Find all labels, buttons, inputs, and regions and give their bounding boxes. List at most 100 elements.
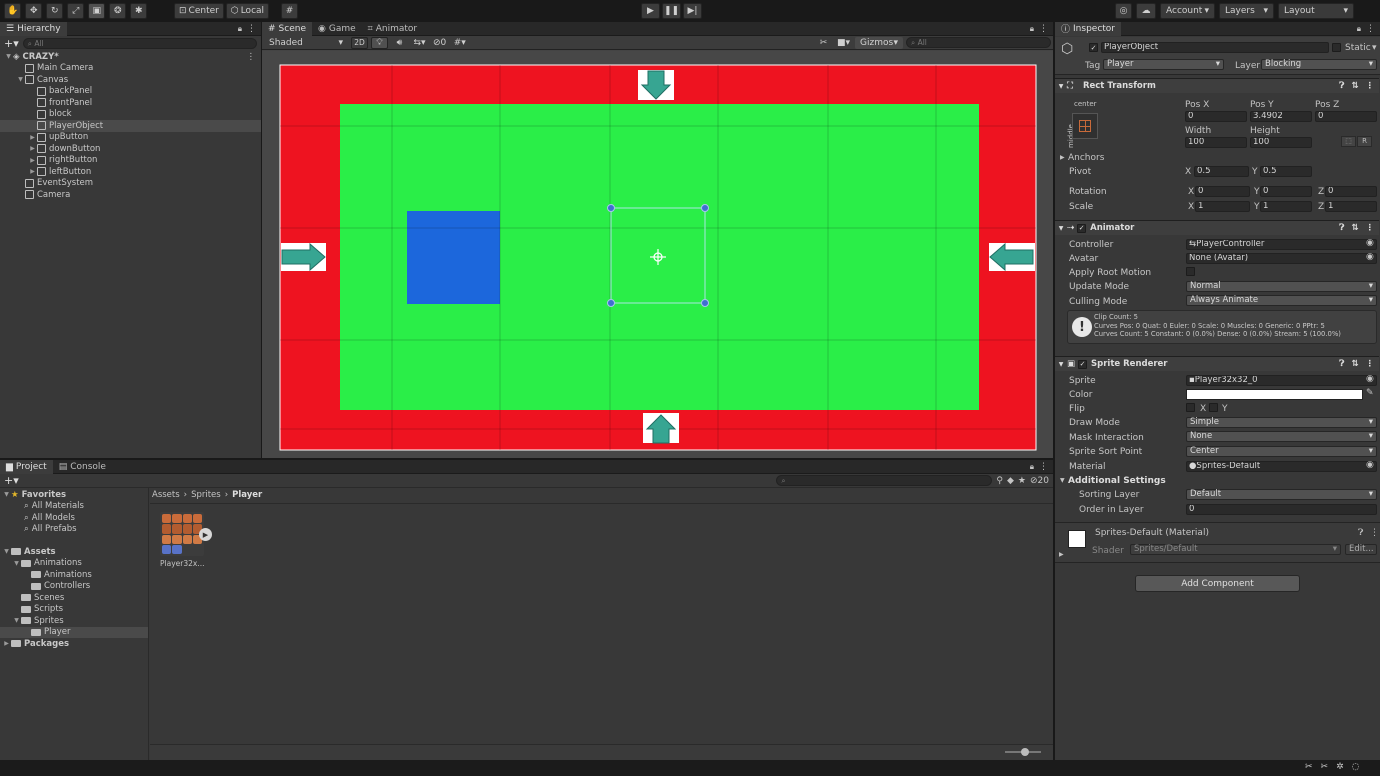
selection-handle[interactable] xyxy=(607,299,615,307)
help-icon[interactable]: ❓︎ xyxy=(1339,223,1344,233)
pivot-center-button[interactable]: ⊡ Center xyxy=(174,3,224,19)
update-mode-dropdown[interactable]: Normal ▾ xyxy=(1186,281,1377,292)
favorite-item[interactable]: ⌕ All Models xyxy=(0,512,148,524)
tab-scene[interactable]: # Scene xyxy=(262,21,312,36)
layout-dropdown[interactable]: Layout ▾ xyxy=(1278,3,1354,19)
add-icon[interactable]: +▾ xyxy=(4,474,19,487)
label-icon[interactable]: ◆ xyxy=(1007,476,1014,486)
folder-item[interactable]: Scenes xyxy=(0,592,148,604)
search-by-type-icon[interactable]: ⚲ xyxy=(996,476,1003,486)
folder-item[interactable]: Controllers xyxy=(0,581,148,593)
settings-icon[interactable]: ⇅ xyxy=(1351,81,1358,91)
packages-header[interactable]: ▶ Packages xyxy=(0,638,148,650)
culling-mode-dropdown[interactable]: Always Animate ▾ xyxy=(1186,295,1377,306)
hierarchy-item[interactable]: ▼ Canvas xyxy=(0,74,261,86)
sprite-field[interactable]: ▪Player32x32_0 xyxy=(1186,375,1377,386)
folder-item[interactable]: Scripts xyxy=(0,604,148,616)
rotate-tool-icon[interactable]: ↻ xyxy=(46,3,64,19)
expand-arrow-icon[interactable]: ▶ xyxy=(28,168,37,175)
sprite-renderer-enabled-checkbox[interactable]: ✓ xyxy=(1078,359,1088,369)
lock-icon[interactable]: 🔒︎ xyxy=(1357,24,1361,34)
account-dropdown[interactable]: Account ▾ xyxy=(1160,3,1215,19)
tools-icon[interactable]: ✂ xyxy=(815,37,832,49)
expand-arrow-icon[interactable]: ▼ xyxy=(2,491,11,498)
component-menu-icon[interactable]: ⋮ xyxy=(1370,528,1379,538)
project-search-input[interactable]: ⌕ xyxy=(776,475,993,486)
hand-tool-icon[interactable]: ✋ xyxy=(4,3,22,19)
help-icon[interactable]: ❓︎ xyxy=(1339,81,1344,91)
menu-icon[interactable]: ⋮ xyxy=(247,24,256,34)
lock-icon[interactable]: 🔒︎ xyxy=(238,24,242,34)
tab-animator[interactable]: ⌗ Animator xyxy=(362,22,423,36)
object-picker-icon[interactable]: ◉ xyxy=(1366,374,1374,384)
hierarchy-item[interactable]: ▶ downButton xyxy=(0,143,261,155)
object-picker-icon[interactable]: ◉ xyxy=(1366,460,1374,470)
tab-project[interactable]: ▆ Project xyxy=(0,459,53,474)
expand-arrow-icon[interactable]: ▶ xyxy=(28,134,37,141)
pos-y-field[interactable]: 3.4902 xyxy=(1250,111,1312,122)
favorite-item[interactable]: ⌕ All Prefabs xyxy=(0,524,148,536)
favorite-item[interactable]: ⌕ All Materials xyxy=(0,501,148,513)
audio-icon[interactable]: 🔊︎ xyxy=(391,37,408,49)
scene-menu-icon[interactable]: ⋮ xyxy=(247,52,256,62)
sort-point-dropdown[interactable]: Center ▾ xyxy=(1186,446,1377,457)
cloud-icon[interactable]: ☁ xyxy=(1136,3,1156,19)
selection-handle[interactable] xyxy=(607,204,615,212)
profiler-status-icon[interactable]: ✂ xyxy=(1321,762,1329,772)
controller-field[interactable]: ⇆PlayerController xyxy=(1186,239,1377,250)
folder-item[interactable]: ▼ Animations xyxy=(0,558,148,570)
layers-dropdown[interactable]: Layers ▾ xyxy=(1219,3,1274,19)
sorting-layer-dropdown[interactable]: Default ▾ xyxy=(1186,489,1377,500)
hierarchy-item[interactable]: ▶ rightButton xyxy=(0,155,261,167)
hierarchy-item[interactable]: PlayerObject xyxy=(0,120,261,132)
scale-tool-icon[interactable]: ⤢ xyxy=(67,3,85,19)
tab-inspector[interactable]: ⓘ Inspector xyxy=(1055,22,1121,36)
settings-icon[interactable]: ⇅ xyxy=(1351,223,1358,233)
breadcrumb-assets[interactable]: Assets xyxy=(152,490,180,500)
selection-handle[interactable] xyxy=(701,204,709,212)
collapse-arrow-icon[interactable]: ▼ xyxy=(1055,361,1067,368)
object-name-field[interactable]: PlayerObject xyxy=(1101,42,1329,53)
tab-hierarchy[interactable]: ☰ Hierarchy xyxy=(0,21,67,36)
rotation-z-field[interactable]: 0 xyxy=(1325,186,1377,197)
sprite-renderer-header[interactable]: ▼ ▣ ✓ Sprite Renderer ❓︎ ⇅ ⋮ xyxy=(1055,356,1379,371)
expand-arrow-icon[interactable]: ▼ xyxy=(12,560,21,567)
flip-x-checkbox[interactable] xyxy=(1186,403,1195,412)
avatar-field[interactable]: None (Avatar) xyxy=(1186,253,1377,264)
space-local-button[interactable]: ⬡ Local xyxy=(225,3,270,19)
pos-x-field[interactable]: 0 xyxy=(1185,111,1247,122)
hierarchy-item[interactable]: Main Camera xyxy=(0,63,261,75)
mask-interaction-dropdown[interactable]: None ▾ xyxy=(1186,431,1377,442)
grid-toggle-icon[interactable]: #▾ xyxy=(451,37,468,49)
settings-icon[interactable]: ⇅ xyxy=(1351,359,1358,369)
hierarchy-item[interactable]: ▶ leftButton xyxy=(0,166,261,178)
flip-y-checkbox[interactable] xyxy=(1209,403,1218,412)
scale-z-field[interactable]: 1 xyxy=(1325,201,1377,212)
tools-status-icon[interactable]: ✂ xyxy=(1305,762,1313,772)
static-checkbox[interactable] xyxy=(1332,43,1341,52)
object-picker-icon[interactable]: ◉ xyxy=(1366,252,1374,262)
folder-item[interactable]: ▼ Sprites xyxy=(0,615,148,627)
favorite-star-icon[interactable]: ★ xyxy=(1018,476,1026,486)
tab-console[interactable]: ▤ Console xyxy=(53,460,112,474)
pause-icon[interactable]: ❚❚ xyxy=(662,3,681,19)
expand-arrow-icon[interactable]: ▼ xyxy=(2,548,11,555)
blueprint-mode-button[interactable]: ⬚ xyxy=(1341,136,1356,147)
help-icon[interactable]: ❓︎ xyxy=(1358,528,1363,538)
anchors-expand-icon[interactable]: ▶ xyxy=(1060,154,1065,161)
collab-icon[interactable]: ◎ xyxy=(1115,3,1132,19)
rotation-y-field[interactable]: 0 xyxy=(1260,186,1312,197)
folder-item[interactable]: Animations xyxy=(0,569,148,581)
pivot-x-field[interactable]: 0.5 xyxy=(1194,166,1249,177)
tag-dropdown[interactable]: Player ▾ xyxy=(1103,59,1224,70)
object-picker-icon[interactable]: ◉ xyxy=(1366,238,1374,248)
component-menu-icon[interactable]: ⋮ xyxy=(1366,81,1375,91)
color-swatch[interactable] xyxy=(1186,389,1363,400)
breadcrumb-sprites[interactable]: Sprites xyxy=(191,490,221,500)
assets-header[interactable]: ▼ Assets xyxy=(0,546,148,558)
add-component-button[interactable]: Add Component xyxy=(1135,575,1300,592)
transform-tool-icon[interactable]: ❂ xyxy=(109,3,127,19)
scale-y-field[interactable]: 1 xyxy=(1260,201,1312,212)
additional-settings-label[interactable]: Additional Settings xyxy=(1068,476,1166,486)
hierarchy-item[interactable]: Camera xyxy=(0,189,261,201)
